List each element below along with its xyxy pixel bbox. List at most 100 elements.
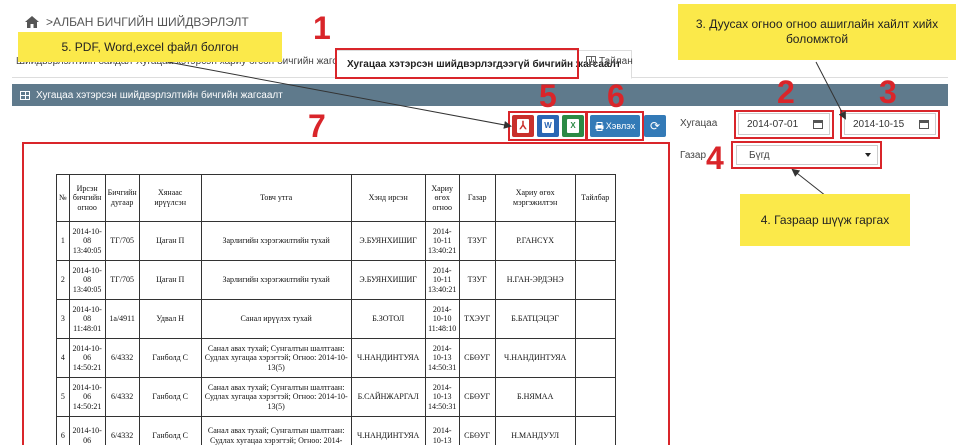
- table-cell: Цаган П: [138, 260, 202, 300]
- table-cell: Санал ирүүлэх тухай: [200, 299, 352, 339]
- panel-title: Хугацаа хэтэрсэн шийдвэрлэлтийн бичгийн …: [36, 89, 283, 101]
- table-cell: ТГ/705: [104, 260, 140, 300]
- table-row: 4 2014-10-06 14:50:21 6/4332 Ганболд С Санал…: [56, 338, 616, 378]
- date-to-value: 2014-10-15: [853, 118, 905, 130]
- table-cell: 2014-10-08 11:48:01: [68, 299, 106, 339]
- table-row: 5 2014-10-06 14:50:21 6/4332 Ганболд С Санал…: [56, 377, 616, 417]
- table-cell: Р.ГАНСҮХ: [494, 221, 576, 261]
- table-row: 6 2014-10-06 6/4332 Ганболд С Санал авах тух…: [56, 416, 616, 445]
- step-marker-6: 6: [607, 78, 625, 114]
- step-marker-7: 7: [308, 108, 326, 144]
- table-cell: 2014-10-06 14:50:21: [68, 338, 106, 378]
- table-cell: 2014-10-10 11:48:10: [424, 299, 460, 339]
- step-marker-4: 4: [706, 140, 724, 176]
- date-from-input[interactable]: 2014-07-01: [738, 113, 830, 135]
- table-cell: СБӨУГ: [458, 377, 496, 417]
- table-cell: 6/4332: [104, 416, 140, 445]
- date-from-value: 2014-07-01: [747, 118, 799, 130]
- table-cell: Н.МАНДУУЛ: [494, 416, 576, 445]
- table-cell: 2014-10-13: [424, 416, 460, 445]
- tab-report-label: Тайлан: [599, 56, 633, 67]
- table-row: 3 2014-10-08 11:48:01 1а/4911 Удвал Н Санал …: [56, 299, 616, 339]
- calendar-icon[interactable]: [919, 120, 929, 129]
- table-row: 1 2014-10-08 13:40:05 ТГ/705 Цаган П Зарлиги…: [56, 221, 616, 261]
- table-cell: ТХЭУГ: [458, 299, 496, 339]
- print-button-label: Хэвлэх: [605, 121, 636, 131]
- bar-chart-icon: [586, 56, 596, 65]
- export-word-button[interactable]: W: [537, 115, 559, 137]
- step-marker-2: 2: [777, 74, 795, 110]
- period-label: Хугацаа: [680, 118, 718, 129]
- table-cell: 2014-10-13 14:50:31: [424, 338, 460, 378]
- table-cell: [574, 221, 616, 261]
- table-cell: 2014-10-06: [68, 416, 106, 445]
- results-table: № Ирсэн бичгийн огноо Бичгийн дугаар Хян…: [56, 174, 616, 445]
- table-cell: [574, 416, 616, 445]
- date-to-input[interactable]: 2014-10-15: [844, 113, 936, 135]
- col-header: Товч утга: [200, 174, 352, 222]
- calendar-icon[interactable]: [813, 120, 823, 129]
- step-marker-3: 3: [879, 74, 897, 110]
- print-button[interactable]: Хэвлэх: [590, 115, 640, 137]
- table-cell: Н.ГАН-ЭРДЭНЭ: [494, 260, 576, 300]
- table-cell: 2014-10-06 14:50:21: [68, 377, 106, 417]
- table-cell: 5: [56, 377, 70, 417]
- step-marker-1: 1: [313, 10, 331, 46]
- results-table-frame: № Ирсэн бичгийн огноо Бичгийн дугаар Хян…: [22, 142, 670, 445]
- table-cell: Удвал Н: [138, 299, 202, 339]
- tab-report[interactable]: Тайлан: [586, 56, 633, 67]
- callout-3-note: 3. Дуусах огноо огноо ашиглайн хайлт хий…: [678, 4, 956, 60]
- table-cell: 1: [56, 221, 70, 261]
- home-icon[interactable]: [24, 15, 40, 29]
- table-cell: [574, 299, 616, 339]
- pdf-icon: ⅄: [517, 119, 529, 133]
- table-cell: [574, 260, 616, 300]
- table-cell: Б.БАТЦЭЦЭГ: [494, 299, 576, 339]
- table-cell: 6/4332: [104, 377, 140, 417]
- col-header: Газар: [458, 174, 496, 222]
- table-cell: Б.ЗОТОЛ: [350, 299, 426, 339]
- step-marker-5: 5: [539, 78, 557, 114]
- callout-4-note: 4. Газраар шүүж гаргах: [740, 194, 910, 246]
- export-pdf-button[interactable]: ⅄: [512, 115, 534, 137]
- table-cell: Ганболд С: [138, 338, 202, 378]
- breadcrumb: >АЛБАН БИЧГИЙН ШИЙДВЭРЛЭЛТ: [24, 12, 249, 32]
- table-cell: Зарлигийн хэрэгжилтийн тухай: [200, 221, 352, 261]
- word-icon: W: [542, 119, 554, 133]
- table-cell: 2014-10-11 13:40:21: [424, 260, 460, 300]
- table-cell: Э.БУЯНХИШИГ: [350, 221, 426, 261]
- table-cell: Ганболд С: [138, 416, 202, 445]
- place-label: Газар: [680, 150, 707, 161]
- table-cell: 4: [56, 338, 70, 378]
- table-cell: Ч.НАНДИНТУЯА: [350, 416, 426, 445]
- chevron-down-icon: [865, 153, 871, 157]
- callout-5-note: 5. PDF, Word,excel файл болгон: [18, 32, 282, 62]
- export-excel-button[interactable]: X: [562, 115, 584, 137]
- col-header: Тайлбар: [574, 174, 616, 222]
- table-cell: [574, 338, 616, 378]
- excel-icon: X: [567, 119, 579, 133]
- table-cell: Б.НЯМАА: [494, 377, 576, 417]
- table-cell: ТЗУГ: [458, 260, 496, 300]
- place-select[interactable]: Бүгд: [736, 145, 878, 165]
- table-cell: Санал авах тухай; Сунгалтын шалтгаан: Су…: [200, 377, 352, 417]
- table-cell: ТГ/705: [104, 221, 140, 261]
- breadcrumb-title: >АЛБАН БИЧГИЙН ШИЙДВЭРЛЭЛТ: [46, 15, 249, 29]
- table-cell: Санал авах тухай; Сунгалтын шалтгаан: Су…: [200, 416, 352, 445]
- col-header: №: [56, 174, 70, 222]
- table-cell: 6: [56, 416, 70, 445]
- table-cell: Цаган П: [138, 221, 202, 261]
- table-cell: 2014-10-08 13:40:05: [68, 221, 106, 261]
- table-cell: Э.БУЯНХИШИГ: [350, 260, 426, 300]
- table-cell: 2014-10-13 14:50:31: [424, 377, 460, 417]
- callout-4-arrow: [791, 168, 827, 197]
- col-header: Хянаас ирүүлсэн: [138, 174, 202, 222]
- table-cell: [574, 377, 616, 417]
- table-cell: Санал авах тухай; Сунгалтын шалтгаан: Су…: [200, 338, 352, 378]
- printer-icon: [595, 121, 604, 131]
- col-header: Хариу өгөх мэргэжилтэн: [494, 174, 576, 222]
- place-select-value: Бүгд: [749, 149, 770, 161]
- table-cell: ТЗУГ: [458, 221, 496, 261]
- table-cell: Зарлигийн хэрэгжилтийн тухай: [200, 260, 352, 300]
- refresh-button[interactable]: ⟳: [644, 115, 666, 137]
